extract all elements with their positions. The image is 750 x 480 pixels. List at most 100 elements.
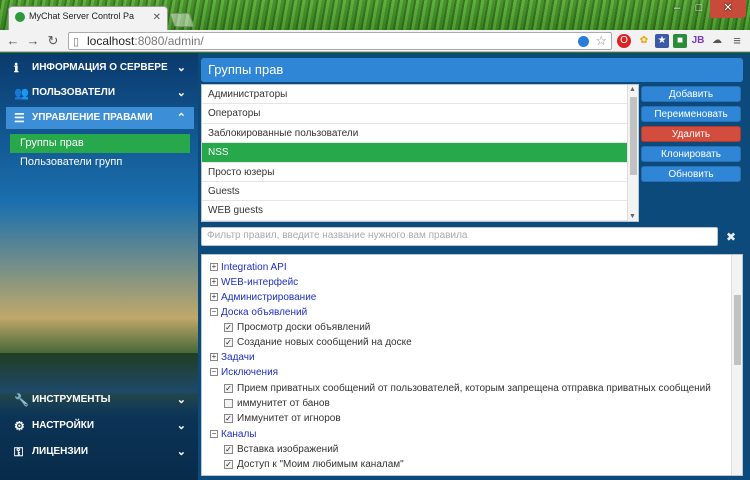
tree-leaf[interactable]: ✓ Прием приватных сообщений от пользовате…: [224, 382, 711, 396]
tree-leaf[interactable]: ✓ Доступ к "Моим любимым каналам": [224, 458, 404, 472]
list-item[interactable]: Guests: [202, 182, 628, 202]
tree-leaf[interactable]: иммунитет от банов: [224, 397, 330, 411]
favicon-icon: [15, 11, 25, 22]
sidebar-item-label: НАСТРОЙКИ: [32, 420, 95, 431]
checkbox-checked[interactable]: ✓: [224, 337, 233, 347]
window-controls: – □ ✕: [666, 0, 746, 18]
expand-icon[interactable]: +: [210, 293, 218, 302]
jb-extension-icon[interactable]: JB: [691, 34, 705, 48]
scrollbar-thumb[interactable]: [630, 97, 637, 175]
delete-button[interactable]: Удалить: [641, 126, 741, 142]
list-item[interactable]: Заблокированные пользователи: [202, 124, 628, 144]
browser-menu-icon[interactable]: ≡: [730, 34, 744, 48]
green-extension-icon[interactable]: ■: [673, 34, 687, 48]
arrow-right-icon: →: [26, 33, 40, 48]
sidebar-item-server-info[interactable]: ℹ ИНФОРМАЦИЯ О СЕРВЕРЕ ⌄: [6, 57, 194, 79]
expand-icon[interactable]: +: [210, 353, 218, 362]
sidebar-item-settings[interactable]: ⚙ НАСТРОЙКИ ⌄: [6, 415, 194, 437]
chevron-down-icon: ⌄: [176, 62, 186, 74]
tree-node[interactable]: − Каналы: [210, 428, 257, 442]
rules-filter-input[interactable]: Фильтр правил, введите название нужного …: [201, 227, 718, 246]
browser-tab[interactable]: MyChat Server Control Pa ✕: [8, 6, 168, 30]
list-item-selected[interactable]: NSS: [202, 143, 628, 163]
scroll-down-icon[interactable]: ▼: [629, 213, 636, 220]
wrench-icon: 🔧: [14, 393, 29, 407]
list-item[interactable]: Просто юзеры: [202, 163, 628, 182]
list-item[interactable]: Администраторы: [202, 85, 628, 105]
chevron-down-icon: ⌄: [176, 394, 186, 406]
sidebar-background-image: [0, 353, 198, 393]
list-item[interactable]: WEB guests: [202, 201, 628, 221]
sidebar-item-label: ИНСТРУМЕНТЫ: [32, 394, 111, 405]
reload-icon: ↻: [47, 33, 59, 48]
clear-filter-icon[interactable]: ✖: [726, 230, 740, 244]
permissions-tree: + Integration API + WEB-интерфейс + Админис…: [201, 254, 743, 476]
tree-node[interactable]: − Исключения: [210, 366, 278, 380]
tree-leaf[interactable]: ✓ Вставка изображений: [224, 443, 338, 457]
tree-leaf[interactable]: ✓ Иммунитет от игноров: [224, 412, 341, 426]
list-item[interactable]: Операторы: [202, 104, 628, 124]
forward-button[interactable]: →: [24, 32, 42, 50]
admin-page: ℹ ИНФОРМАЦИЯ О СЕРВЕРЕ ⌄ 👥 ПОЛЬЗОВАТЕЛИ ⌄ ☰ У…: [0, 53, 750, 480]
rename-button[interactable]: Переименовать: [641, 106, 741, 122]
sidebar-item-tools[interactable]: 🔧 ИНСТРУМЕНТЫ ⌄: [6, 389, 194, 411]
tree-node[interactable]: + Задачи: [210, 351, 255, 365]
maximize-button[interactable]: □: [688, 0, 710, 18]
tree-leaf[interactable]: ✓ Просмотр доски объявлений: [224, 321, 370, 335]
opera-extension-icon[interactable]: O: [617, 34, 631, 48]
groups-list[interactable]: Администраторы Операторы Заблокированные…: [201, 84, 639, 222]
cloud-extension-icon[interactable]: ☁: [710, 34, 724, 48]
sidebar-item-rights-management[interactable]: ☰ УПРАВЛЕНИЕ ПРАВАМИ ⌃: [6, 107, 194, 129]
checkbox-unchecked[interactable]: [224, 398, 233, 408]
clone-button[interactable]: Клонировать: [641, 146, 741, 162]
list-icon: ☰: [14, 111, 25, 125]
sidebar-subitem-group-users[interactable]: Пользователи групп: [10, 153, 190, 172]
checkbox-checked[interactable]: ✓: [224, 444, 233, 454]
tree-node[interactable]: + WEB-интерфейс: [210, 276, 298, 290]
refresh-button[interactable]: Обновить: [641, 166, 741, 182]
bookmark-star-icon[interactable]: ☆: [595, 33, 607, 49]
reload-button[interactable]: ↻: [44, 32, 62, 50]
extension-badge-icon[interactable]: [578, 36, 589, 47]
tree-node[interactable]: + Администрирование: [210, 291, 316, 305]
collapse-icon[interactable]: −: [210, 308, 218, 317]
sidebar-item-users[interactable]: 👥 ПОЛЬЗОВАТЕЛИ ⌄: [6, 82, 194, 104]
users-icon: 👥: [14, 86, 29, 100]
collapse-icon[interactable]: −: [210, 430, 218, 439]
page-title: Группы прав: [201, 58, 743, 82]
sidebar: ℹ ИНФОРМАЦИЯ О СЕРВЕРЕ ⌄ 👥 ПОЛЬЗОВАТЕЛИ ⌄ ☰ У…: [0, 53, 198, 480]
tree-node[interactable]: − Доска объявлений: [210, 306, 307, 320]
sidebar-subitem-rights-groups[interactable]: Группы прав: [10, 134, 190, 153]
group-actions: Добавить Переименовать Удалить Клонирова…: [641, 86, 743, 186]
browser-toolbar: ← → ↻ ▯ localhost:8080/admin/ ☆ O ✿ ★ ■ …: [0, 30, 750, 52]
add-button[interactable]: Добавить: [641, 86, 741, 102]
expand-icon[interactable]: +: [210, 278, 218, 287]
sidebar-item-licenses[interactable]: ⚿ ЛИЦЕНЗИИ ⌄: [6, 441, 194, 463]
tree-node[interactable]: + Integration API: [210, 261, 287, 275]
collapse-icon[interactable]: −: [210, 368, 218, 377]
checkbox-checked[interactable]: ✓: [224, 459, 233, 469]
scroll-up-icon[interactable]: ▲: [629, 86, 636, 93]
gears-icon: ⚙: [14, 419, 25, 433]
sidebar-item-label: ЛИЦЕНЗИИ: [32, 446, 89, 457]
minimize-button[interactable]: –: [666, 0, 688, 18]
tree-leaf[interactable]: ✓ Создание новых сообщений на доске: [224, 336, 412, 350]
tab-close-icon[interactable]: ✕: [153, 12, 161, 23]
checkbox-checked[interactable]: ✓: [224, 383, 233, 393]
tree-scrollbar[interactable]: [731, 255, 742, 475]
back-button[interactable]: ←: [4, 32, 22, 50]
main-content: Группы прав Администраторы Операторы Заб…: [200, 53, 750, 480]
scrollbar-thumb[interactable]: [734, 295, 741, 365]
expand-icon[interactable]: +: [210, 263, 218, 272]
flower-extension-icon[interactable]: ✿: [637, 34, 651, 48]
groups-scrollbar[interactable]: ▲ ▼: [627, 85, 638, 221]
sidebar-item-label: УПРАВЛЕНИЕ ПРАВАМИ: [32, 112, 153, 123]
blue-square-extension-icon[interactable]: ★: [655, 34, 669, 48]
close-window-button[interactable]: ✕: [710, 0, 746, 18]
info-icon: ℹ: [14, 61, 19, 75]
checkbox-checked[interactable]: ✓: [224, 322, 233, 332]
address-bar[interactable]: ▯ localhost:8080/admin/ ☆: [68, 32, 612, 50]
chevron-down-icon: ⌄: [176, 420, 186, 432]
page-icon: ▯: [73, 36, 80, 48]
checkbox-checked[interactable]: ✓: [224, 413, 233, 423]
